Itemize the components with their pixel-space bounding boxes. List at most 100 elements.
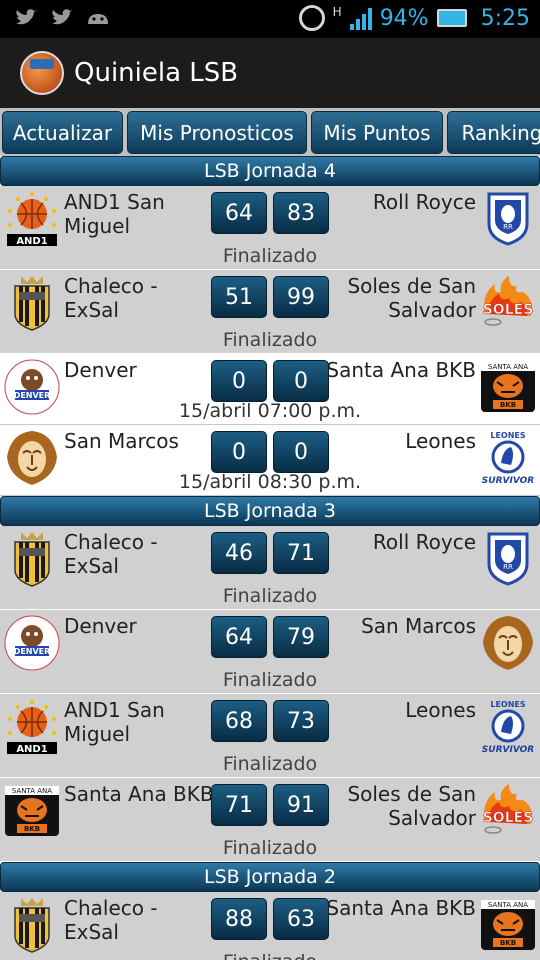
svg-text:BKB: BKB: [24, 825, 40, 833]
away-team-name: San Marcos: [361, 614, 476, 638]
home-score: 0: [211, 360, 267, 402]
home-score: 0: [211, 431, 267, 473]
away-team-name: Soles de San Salvador: [347, 274, 476, 322]
away-score: 63: [273, 898, 329, 940]
notification-icons: [14, 8, 110, 28]
home-team-name: Denver: [64, 614, 137, 638]
signal-icon: [349, 6, 372, 30]
away-score: 0: [273, 431, 329, 473]
jornada-title: LSB Jornada 3: [204, 500, 336, 522]
away-score: 91: [273, 784, 329, 826]
away-score: 73: [273, 700, 329, 742]
tab-ranking[interactable]: Ranking: [447, 111, 540, 154]
match-row[interactable]: SANTA ANA BKB Santa Ana BKB 71 91 Soles d…: [0, 778, 540, 862]
away-score: 71: [273, 532, 329, 574]
match-status: Finalizado: [222, 753, 318, 775]
chaleco-logo-icon: [3, 530, 61, 588]
denver-logo-icon: DENVER: [3, 614, 61, 672]
away-team-name: Santa Ana BKB: [326, 896, 476, 920]
match-status: Finalizado: [222, 245, 318, 267]
away-score: 83: [273, 192, 329, 234]
android-icon: [88, 14, 108, 24]
tab-mis-puntos[interactable]: Mis Puntos: [311, 111, 443, 154]
svg-text:SANTA ANA: SANTA ANA: [488, 363, 528, 371]
tab-bar: Actualizar Mis Pronosticos Mis Puntos Ra…: [0, 108, 540, 156]
home-score: 46: [211, 532, 267, 574]
home-score: 51: [211, 276, 267, 318]
leones-logo-icon: LEONES SURVIVOR: [479, 698, 537, 756]
home-team-name: Denver: [64, 358, 137, 382]
match-row[interactable]: AND1 AND1 San Miguel 68 73 Leones LEONES…: [0, 694, 540, 778]
matches-list[interactable]: LSB Jornada 4 AND1 AND1 San Miguel 64 83…: [0, 156, 540, 960]
jornada-title: LSB Jornada 4: [204, 160, 336, 182]
tab-actualizar[interactable]: Actualizar: [2, 111, 123, 154]
away-team-name: Roll Royce: [372, 530, 476, 554]
home-team-name: Santa Ana BKB: [64, 782, 214, 806]
jornada-header: LSB Jornada 4: [0, 156, 540, 186]
away-team-name: Leones: [405, 429, 476, 453]
santaana-logo-icon: SANTA ANA BKB: [479, 896, 537, 954]
system-status: H 94% 5:25: [298, 5, 530, 31]
match-row[interactable]: DENVER Denver 64 79 San Marcos Finalizad…: [0, 610, 540, 694]
home-team-name: Chaleco - ExSal: [64, 274, 158, 322]
home-score: 64: [211, 192, 267, 234]
sanmarcos-logo-icon: [479, 614, 537, 672]
match-row[interactable]: Chaleco - ExSal 88 63 Santa Ana BKB SANT…: [0, 892, 540, 960]
chaleco-logo-icon: [3, 274, 61, 332]
home-team-name: San Marcos: [64, 429, 179, 453]
svg-text:SOLES: SOLES: [483, 302, 534, 318]
away-team-name: Leones: [405, 698, 476, 722]
twitter-icon: [16, 9, 37, 25]
santaana-logo-icon: SANTA ANA BKB: [3, 782, 61, 840]
rollroyce-logo-icon: RR: [479, 530, 537, 588]
svg-text:SOLES: SOLES: [483, 810, 534, 826]
tab-mis-pronosticos[interactable]: Mis Pronosticos: [127, 111, 307, 154]
match-status: 15/abril 08:30 p.m.: [178, 471, 362, 493]
battery-percent: 94%: [379, 5, 429, 31]
away-team-name: Roll Royce: [372, 190, 476, 214]
match-status: Finalizado: [222, 669, 318, 691]
twitter-icon: [52, 9, 73, 25]
chaleco-logo-icon: [3, 896, 61, 954]
home-score: 64: [211, 616, 267, 658]
match-status: Finalizado: [0, 951, 540, 960]
home-score: 68: [211, 700, 267, 742]
rollroyce-logo-icon: RR: [479, 190, 537, 248]
match-row[interactable]: San Marcos 0 0 Leones LEONES SURVIVOR 15/…: [0, 425, 540, 496]
home-score: 71: [211, 784, 267, 826]
away-score: 99: [273, 276, 329, 318]
svg-text:BKB: BKB: [500, 939, 516, 947]
jornada-title: LSB Jornada 2: [204, 866, 336, 888]
svg-text:RR: RR: [503, 563, 513, 571]
svg-text:RR: RR: [503, 223, 513, 231]
svg-text:LEONES: LEONES: [490, 700, 526, 709]
match-status: Finalizado: [222, 837, 318, 859]
home-score: 88: [211, 898, 267, 940]
and1-logo-icon: AND1: [3, 698, 61, 756]
clock: 5:25: [480, 5, 530, 31]
soles-logo-icon: SOLES: [479, 274, 537, 332]
svg-text:SANTA ANA: SANTA ANA: [488, 901, 528, 909]
away-score: 79: [273, 616, 329, 658]
match-row[interactable]: DENVER Denver 0 0 Santa Ana BKB SANTA AN…: [0, 354, 540, 425]
match-status: Finalizado: [222, 585, 318, 607]
app-title: Quiniela LSB: [74, 58, 239, 88]
match-row[interactable]: Chaleco - ExSal 51 99 Soles de San Salva…: [0, 270, 540, 354]
home-team-name: AND1 San Miguel: [64, 190, 165, 238]
svg-text:DENVER: DENVER: [14, 647, 51, 656]
app-logo-icon[interactable]: [20, 51, 64, 95]
match-status: Finalizado: [222, 329, 318, 351]
app-bar: Quiniela LSB: [0, 38, 540, 108]
and1-logo-icon: AND1: [3, 190, 61, 248]
status-bar: H 94% 5:25: [0, 0, 540, 38]
home-team-name: AND1 San Miguel: [64, 698, 165, 746]
away-team-name: Santa Ana BKB: [326, 358, 476, 382]
jornada-header: LSB Jornada 2: [0, 862, 540, 892]
soles-logo-icon: SOLES: [479, 782, 537, 840]
alarm-icon: [298, 5, 325, 31]
match-row[interactable]: Chaleco - ExSal 46 71 Roll Royce RR Fina…: [0, 526, 540, 610]
match-row[interactable]: AND1 AND1 San Miguel 64 83 Roll Royce RR…: [0, 186, 540, 270]
match-status: 15/abril 07:00 p.m.: [178, 400, 362, 422]
away-score: 0: [273, 360, 329, 402]
home-team-name: Chaleco - ExSal: [64, 530, 158, 578]
